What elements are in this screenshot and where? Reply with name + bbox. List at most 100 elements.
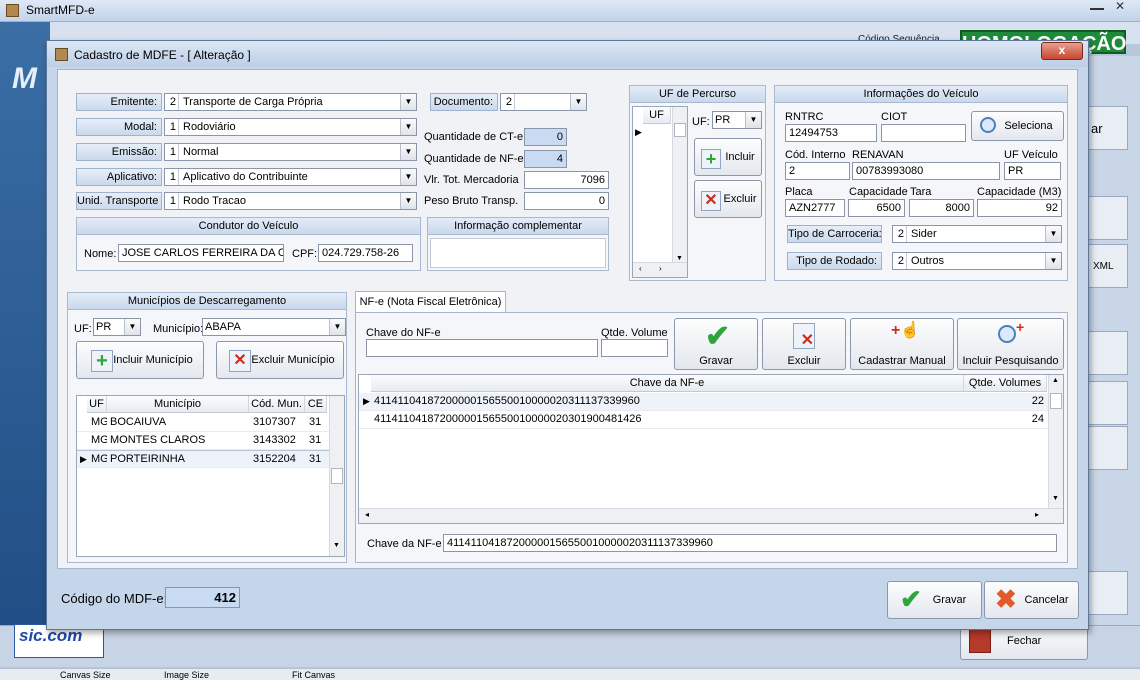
side-button[interactable]: XML [1088,244,1128,288]
chevron-down-icon: ▼ [1045,226,1061,242]
chevron-down-icon: ▼ [745,112,761,128]
side-button[interactable]: ar [1088,106,1128,150]
uf-percurso-select[interactable]: PR ▼ [712,111,762,129]
check-icon: ✔ [705,320,731,353]
qtde-volume-label: Qtde. Volume [601,327,668,339]
nfe-hscrollbar[interactable]: ◂ ▸ [359,508,1063,523]
qtd-cte-field: 0 [524,128,567,146]
tara-label: Tara [910,186,932,198]
col-chave-nfe: Chave da NF-e [371,375,964,392]
cod-interno-field[interactable]: 2 [785,162,850,180]
incluir-municipio-button[interactable]: + Incluir Município [76,341,204,379]
minimize-icon[interactable] [1090,0,1104,10]
aplicativo-select[interactable]: 1 Aplicativo do Contribuinte ▼ [164,168,417,186]
ciot-field[interactable] [881,124,966,142]
capacidade-field[interactable]: 6500 [848,199,905,217]
rodado-select[interactable]: 2 Outros ▼ [892,252,1062,270]
cod-interno-label: Cód. Interno [785,149,846,161]
vlr-mercadoria-field[interactable]: 7096 [524,171,609,189]
uf-percurso-grid[interactable]: UF ▶ ▼ ‹ › [632,106,688,278]
app-titlebar: SmartMFD-e ✕ [0,0,1140,22]
unid-transporte-select[interactable]: 1 Rodo Tracao ▼ [164,192,417,210]
exit-door-icon [969,629,991,653]
row-indicator-icon: ▶ [80,454,87,464]
col-cod-mun: Cód. Mun. [249,396,305,413]
qtde-volume-input[interactable] [601,339,668,357]
chevron-down-icon: ▼ [329,319,345,335]
table-row[interactable]: MG BOCAIUVA 3107307 31 [77,414,344,432]
capacidade-m3-field[interactable]: 92 [977,199,1062,217]
table-row[interactable]: MG MONTES CLAROS 3143302 31 [77,432,344,450]
municipios-grid[interactable]: UF Município Cód. Mun. CE MG BOCAIUVA 31… [76,395,345,557]
modal-label: Modal: [76,118,162,136]
uf-scrollbar[interactable]: ▼ [672,107,687,263]
documento-label: Documento: [430,93,498,111]
mun-uf-select[interactable]: PR ▼ [93,318,141,336]
tara-field[interactable]: 8000 [909,199,974,217]
rntrc-field[interactable]: 12494753 [785,124,877,142]
peso-bruto-field[interactable]: 0 [524,192,609,210]
chave-nfe-bottom-field[interactable]: 4114110418720000015655001000002031113733… [443,534,1057,552]
incluir-uf-button[interactable]: + Incluir [694,138,762,176]
close-icon: x [1058,43,1066,57]
codigo-mdfe-label: Código do MDF-e: [61,591,168,606]
excluir-municipio-button[interactable]: ✕ Excluir Município [216,341,344,379]
info-complementar-field[interactable] [430,238,606,268]
uf-veiculo-field[interactable]: PR [1004,162,1061,180]
cadastrar-manual-button[interactable]: +☝ Cadastrar Manual [850,318,954,370]
nfe-scrollbar[interactable]: ▲ ▼ [1048,375,1063,508]
col-qtde-volumes: Qtde. Volumes [964,375,1047,392]
aplicativo-label: Aplicativo: [76,168,162,186]
codigo-mdfe-field: 412 [165,587,240,608]
modal-select[interactable]: 1 Rodoviário ▼ [164,118,417,136]
municipio-select[interactable]: ABAPA ▼ [202,318,346,336]
nfe-grid[interactable]: Chave da NF-e Qtde. Volumes ▶ 4114110418… [358,374,1064,524]
col-ce: CE [305,396,327,413]
emissao-select[interactable]: 1 Normal ▼ [164,143,417,161]
cpf-field[interactable]: 024.729.758-26 [318,244,413,262]
table-row[interactable]: 4114110418720000015655001000002030190048… [359,411,1063,429]
info-complementar-group: Informação complementar [427,217,609,271]
renavan-label: RENAVAN [852,149,904,161]
chevron-down-icon: ▼ [400,169,416,185]
side-button[interactable] [1088,381,1128,425]
excluir-nfe-button[interactable]: ✕ Excluir [762,318,846,370]
col-municipio: Município [107,396,249,413]
close-icon[interactable]: ✕ [1104,0,1136,15]
chave-nfe-label: Chave do NF-e [366,327,441,339]
carroceria-select[interactable]: 2 Sider ▼ [892,225,1062,243]
emitente-select[interactable]: 2 Transporte de Carga Própria ▼ [164,93,417,111]
side-button[interactable] [1088,426,1128,470]
dialog-icon [55,48,68,61]
check-icon: ✔ [900,584,922,614]
municipios-header: Municípios de Descarregamento [68,293,346,310]
cancelar-button[interactable]: ✖ Cancelar [984,581,1079,619]
emissao-label: Emissão: [76,143,162,161]
placa-field[interactable]: AZN2777 [785,199,845,217]
uf-veiculo-label: UF Veículo [1004,149,1058,161]
uf-column-header: UF [643,107,671,124]
side-button[interactable] [1088,331,1128,375]
gravar-button[interactable]: ✔ Gravar [887,581,982,619]
rntrc-label: RNTRC [785,111,824,123]
side-button[interactable] [1088,196,1128,240]
dialog-close-button[interactable]: x [1041,42,1083,60]
municipios-scrollbar[interactable]: ▼ [329,396,344,556]
incluir-pesquisando-button[interactable]: + Incluir Pesquisando [957,318,1064,370]
side-button[interactable] [1088,571,1128,615]
status-bar: Canvas Size Image Size Fit Canvas [0,668,1140,680]
gravar-nfe-button[interactable]: ✔ Gravar [674,318,758,370]
nome-field[interactable]: JOSE CARLOS FERREIRA DA COS [118,244,284,262]
carroceria-label: Tipo de Carroceria: [787,225,882,243]
qtd-nfe-field: 4 [524,150,567,168]
table-row[interactable]: ▶ 41141104187200000156550010000020311137… [359,393,1063,411]
uf-hscrollbar[interactable]: ‹ › [633,262,687,277]
documento-select[interactable]: 2 ▼ [500,93,587,111]
chave-nfe-input[interactable] [366,339,598,357]
tab-nfe[interactable]: NF-e (Nota Fiscal Eletrônica) [355,291,506,313]
municipio-label: Município: [153,323,204,335]
renavan-field[interactable]: 00783993080 [852,162,1000,180]
seleciona-button[interactable]: Seleciona [971,111,1064,141]
excluir-uf-button[interactable]: ✕ Excluir [694,180,762,218]
table-row[interactable]: ▶ MG PORTEIRINHA 3152204 31 [77,450,344,468]
